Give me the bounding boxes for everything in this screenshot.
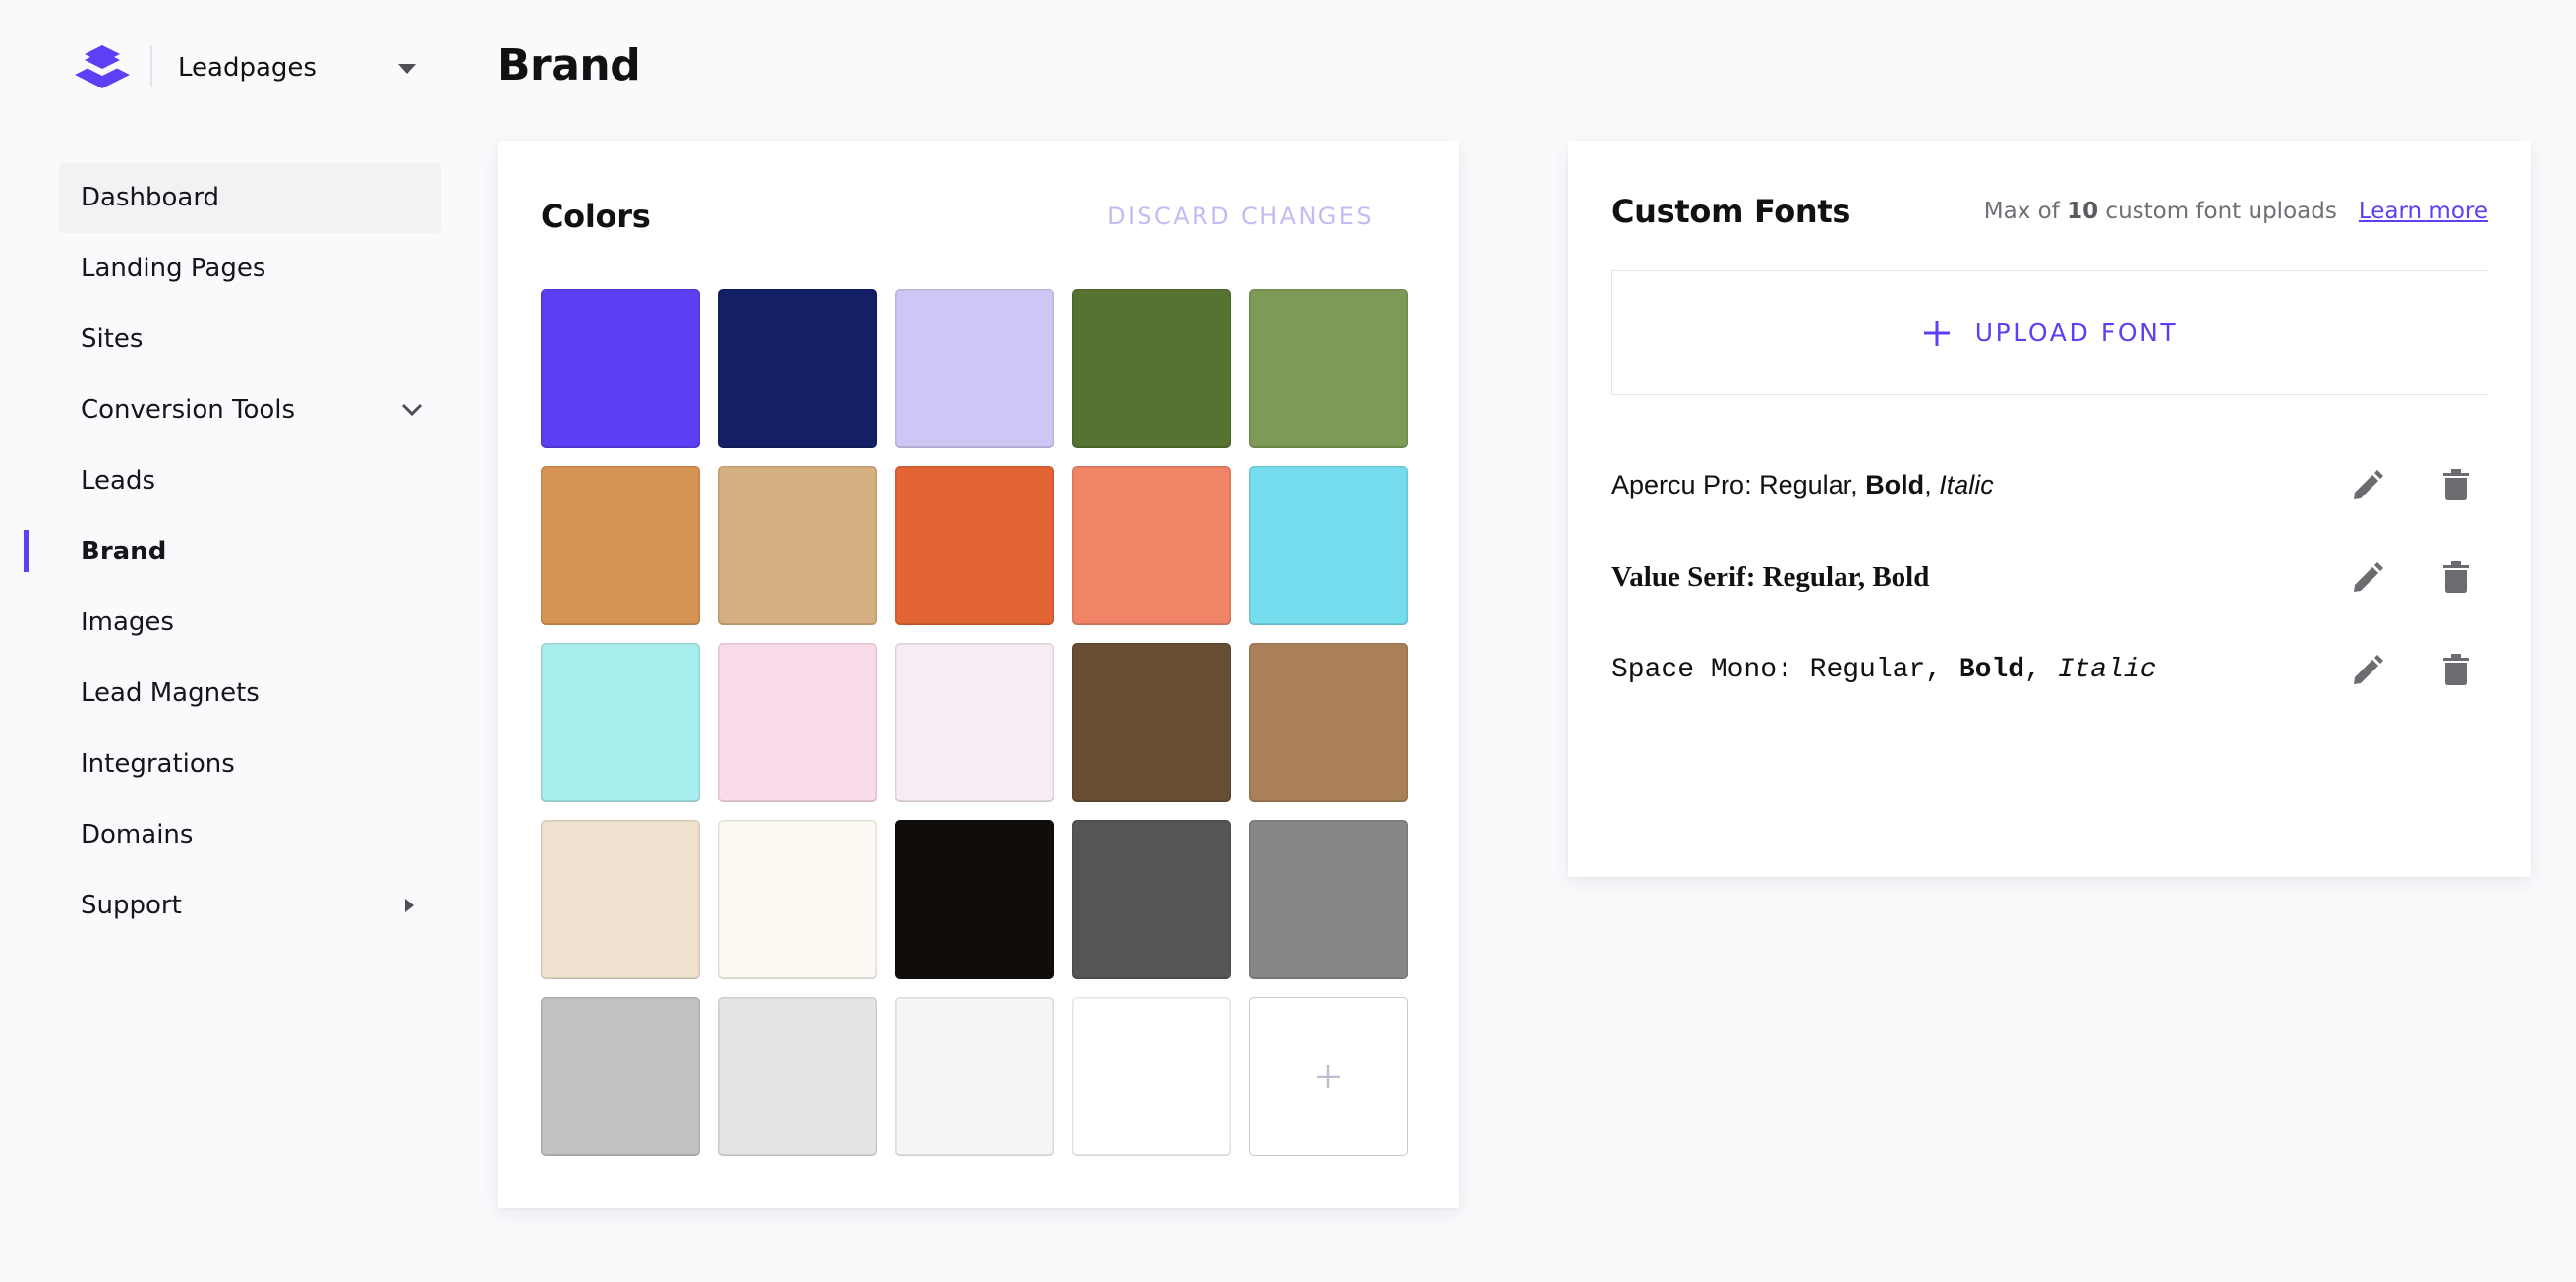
caret-right-icon[interactable] [402,896,416,915]
trash-icon[interactable] [2439,559,2473,595]
sidebar-item-conversion-tools[interactable]: Conversion Tools [59,375,441,445]
sidebar-item-landing-pages[interactable]: Landing Pages [59,233,441,304]
limit-prefix: Max of [1983,199,2068,224]
font-list-item: Apercu Pro: Regular, Bold, Italic [1611,455,2488,514]
color-swatch[interactable] [895,289,1054,448]
sidebar-item-support[interactable]: Support [59,870,441,941]
sidebar-item-label: Dashboard [81,183,220,212]
color-swatch[interactable] [895,997,1054,1156]
sidebar-item-label: Landing Pages [81,254,266,283]
sidebar-item-label: Images [81,608,174,637]
upload-font-label: UPLOAD FONT [1974,319,2179,347]
learn-more-link[interactable]: Learn more [2359,195,2488,228]
sidebar-item-label: Leads [81,466,156,495]
color-swatch[interactable] [1249,289,1408,448]
sidebar-item-domains[interactable]: Domains [59,799,441,870]
sidebar-item-sites[interactable]: Sites [59,304,441,375]
font-list-item: Value Serif: Regular, Bold [1611,548,2488,607]
sidebar-item-lead-magnets[interactable]: Lead Magnets [59,658,441,728]
sidebar-item-dashboard[interactable]: Dashboard [59,162,441,233]
pencil-icon[interactable] [2351,559,2384,595]
font-upload-limit: Max of 10 custom font uploads [1984,195,2337,228]
color-swatch[interactable] [541,466,700,625]
sidebar-item-label: Integrations [81,749,235,779]
caret-down-icon[interactable] [395,62,419,76]
color-swatch[interactable] [718,289,877,448]
leadpages-logo-icon [75,45,130,88]
color-swatch[interactable] [718,997,877,1156]
trash-icon[interactable] [2439,467,2473,502]
active-indicator [24,530,29,572]
color-swatch[interactable] [1072,997,1231,1156]
custom-fonts-title: Custom Fonts [1611,193,1851,230]
color-swatch[interactable] [1072,289,1231,448]
upload-font-button[interactable]: UPLOAD FONT [1611,270,2488,395]
color-swatch[interactable] [718,820,877,979]
pencil-icon[interactable] [2351,652,2384,687]
color-swatch[interactable] [541,643,700,802]
color-swatch[interactable] [718,466,877,625]
color-swatch[interactable] [1249,820,1408,979]
color-swatch[interactable] [541,820,700,979]
colors-card: Colors DISCARD CHANGES [498,141,1459,1208]
colors-title: Colors [541,198,651,235]
chevron-down-icon[interactable] [400,400,424,420]
color-swatch[interactable] [1072,643,1231,802]
sidebar-item-images[interactable]: Images [59,587,441,658]
color-swatch[interactable] [895,643,1054,802]
sidebar-item-label: Support [81,891,182,920]
pencil-icon[interactable] [2351,467,2384,502]
color-swatch[interactable] [1249,466,1408,625]
color-swatch[interactable] [895,466,1054,625]
sidebar-item-label: Brand [81,537,167,566]
color-swatch-grid [541,289,1408,1156]
sidebar-item-label: Domains [81,820,194,849]
add-color-button[interactable] [1249,997,1408,1156]
fonts-meta: Max of 10 custom font uploads Learn more [1984,195,2488,228]
custom-fonts-card: Custom Fonts Max of 10 custom font uploa… [1568,141,2531,877]
discard-changes-button[interactable]: DISCARD CHANGES [1107,200,1374,233]
sidebar-item-label: Sites [81,324,144,354]
color-swatch[interactable] [541,997,700,1156]
sidebar-item-label: Conversion Tools [81,395,296,425]
sidebar-item-integrations[interactable]: Integrations [59,728,441,799]
sidebar-item-brand[interactable]: Brand [59,516,441,587]
header-divider [150,45,152,87]
color-swatch[interactable] [1072,466,1231,625]
limit-count: 10 [2067,199,2099,224]
color-swatch[interactable] [718,643,877,802]
color-swatch[interactable] [895,820,1054,979]
sidebar-item-leads[interactable]: Leads [59,445,441,516]
page-title: Brand [498,40,641,90]
workspace-name[interactable]: Leadpages [178,49,317,87]
trash-icon[interactable] [2439,652,2473,687]
color-swatch[interactable] [1249,643,1408,802]
color-swatch[interactable] [1072,820,1231,979]
font-list-item: Space Mono: Regular, Bold, Italic [1611,640,2488,699]
color-swatch[interactable] [541,289,700,448]
sidebar-item-label: Lead Magnets [81,678,260,708]
limit-suffix: custom font uploads [2098,199,2337,224]
plus-icon [1923,320,1950,346]
plus-icon [1317,1065,1340,1088]
